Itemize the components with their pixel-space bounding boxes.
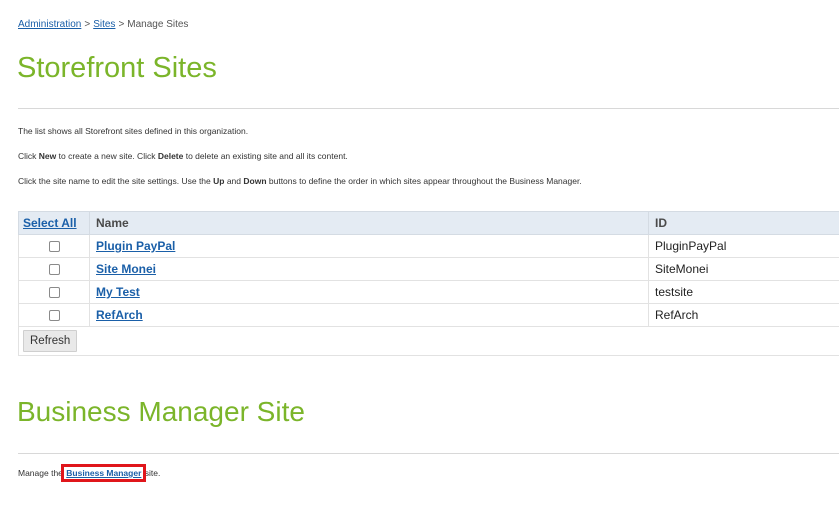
table-row: Site Monei SiteMonei bbox=[18, 257, 839, 281]
select-all-link[interactable]: Select All bbox=[23, 216, 77, 230]
row-select-cell bbox=[18, 280, 90, 304]
refresh-button[interactable]: Refresh bbox=[23, 330, 78, 352]
divider bbox=[18, 108, 839, 109]
row-select-cell bbox=[18, 234, 90, 258]
site-id-cell: PluginPayPal bbox=[648, 234, 839, 258]
breadcrumb-separator: > bbox=[84, 19, 91, 30]
site-id-cell: RefArch bbox=[648, 303, 839, 327]
page-title: Storefront Sites bbox=[17, 52, 217, 84]
row-select-cell bbox=[18, 257, 90, 281]
site-name-cell: My Test bbox=[89, 280, 649, 304]
breadcrumb-separator: > bbox=[118, 19, 125, 30]
name-column-header: Name bbox=[89, 211, 649, 235]
info-text-list: The list shows all Storefront sites defi… bbox=[18, 126, 249, 136]
site-id-cell: testsite bbox=[648, 280, 839, 304]
info-text-new-delete: Click New to create a new site. Click De… bbox=[18, 151, 348, 161]
breadcrumb-sites-link[interactable]: Sites bbox=[93, 19, 115, 30]
table-row: RefArch RefArch bbox=[18, 303, 839, 327]
table-row: Plugin PayPal PluginPayPal bbox=[18, 234, 839, 258]
row-select-cell bbox=[18, 303, 90, 327]
row-checkbox[interactable] bbox=[48, 241, 60, 253]
table-header-row: Select All Name ID bbox=[18, 211, 839, 235]
site-name-link[interactable]: My Test bbox=[96, 285, 140, 299]
site-name-link[interactable]: Site Monei bbox=[96, 262, 156, 276]
manage-sites-page: Administration > Sites > Manage Sites Storef… bbox=[0, 0, 839, 521]
site-name-cell: Site Monei bbox=[89, 257, 649, 281]
breadcrumb-administration-link[interactable]: Administration bbox=[18, 19, 81, 30]
site-name-cell: Plugin PayPal bbox=[89, 234, 649, 258]
id-column-header: ID bbox=[648, 211, 839, 235]
site-name-cell: RefArch bbox=[89, 303, 649, 327]
breadcrumb-current: Manage Sites bbox=[127, 19, 189, 30]
business-manager-section-title: Business Manager Site bbox=[17, 396, 305, 427]
site-id-cell: SiteMonei bbox=[648, 257, 839, 281]
site-name-link[interactable]: RefArch bbox=[96, 308, 143, 322]
info-text-order: Click the site name to edit the site set… bbox=[18, 176, 582, 186]
business-manager-link[interactable]: Business Manager bbox=[61, 464, 147, 482]
button-cell: Refresh bbox=[18, 326, 839, 356]
table-button-row: Refresh bbox=[18, 326, 839, 356]
row-checkbox[interactable] bbox=[48, 287, 60, 299]
select-all-header: Select All bbox=[18, 211, 90, 235]
row-checkbox[interactable] bbox=[48, 264, 60, 276]
site-name-link[interactable]: Plugin PayPal bbox=[96, 239, 175, 253]
business-manager-text: Manage the Business Manager site. bbox=[18, 464, 161, 482]
divider bbox=[18, 453, 839, 454]
table-row: My Test testsite bbox=[18, 280, 839, 304]
row-checkbox[interactable] bbox=[48, 310, 60, 322]
sites-table: Select All Name ID Plugin PayPal PluginP… bbox=[18, 211, 839, 356]
breadcrumb: Administration > Sites > Manage Sites bbox=[18, 19, 188, 30]
